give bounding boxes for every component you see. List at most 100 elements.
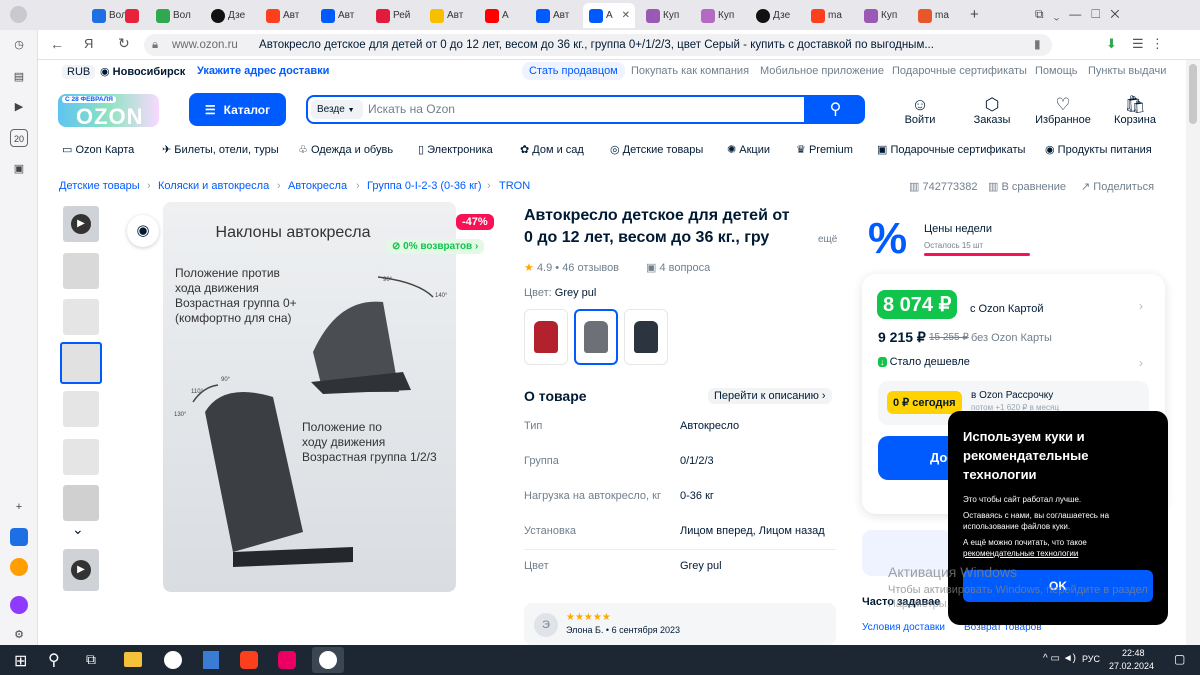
delivery-terms-link[interactable]: Условия доставки	[862, 622, 945, 633]
favorites-button[interactable]: ♡ Избранное	[1033, 95, 1093, 126]
become-seller-link[interactable]: Стать продавцом	[522, 62, 625, 80]
new-tab-icon[interactable]: +	[970, 6, 979, 23]
collections-icon[interactable]: ▤	[10, 68, 28, 86]
alice-icon[interactable]	[10, 596, 28, 614]
share-button[interactable]: ↗ Поделиться	[1081, 180, 1154, 193]
orders-button[interactable]: ⬡ Заказы	[962, 95, 1022, 126]
city-selector[interactable]: ◉ Новосибирск	[100, 65, 185, 78]
browser-tab[interactable]: Дзе	[205, 3, 249, 28]
nav-premium[interactable]: ♛ Premium	[796, 143, 853, 156]
file-explorer-icon[interactable]	[124, 652, 142, 667]
browser-tab[interactable]: Авт	[530, 3, 574, 28]
color-swatch-grey-selected[interactable]	[574, 309, 618, 365]
nav-ozon-card[interactable]: ▭ Ozon Карта	[62, 143, 134, 156]
nav-electronics[interactable]: ▯ Электроника	[418, 143, 493, 156]
color-swatch-dark[interactable]	[624, 309, 668, 365]
sku-copy[interactable]: ▥ 742773382	[909, 180, 978, 193]
to-description-button[interactable]: Перейти к описанию ›	[708, 388, 832, 404]
browser-tab[interactable]: Куп	[695, 3, 739, 28]
browser-tab[interactable]: Авт	[260, 3, 304, 28]
browser-tab[interactable]: Авт	[315, 3, 359, 28]
catalog-button[interactable]: ☰ Каталог	[189, 93, 286, 126]
gallery-thumbnail[interactable]	[63, 253, 99, 289]
search-icon[interactable]: ⚲	[48, 650, 60, 670]
product-main-image[interactable]: Наклоны автокресла Положение против хода …	[163, 202, 456, 592]
nav-clothes[interactable]: ♧ Одежда и обувь	[298, 143, 393, 156]
active-browser-task[interactable]	[312, 647, 344, 673]
media-icon[interactable]: ▶	[10, 98, 28, 116]
breadcrumb-item[interactable]: TRON	[499, 180, 530, 192]
search-input[interactable]: Искать на Ozon	[368, 102, 455, 116]
price-drop-link[interactable]: ↓ Стало дешевле	[878, 356, 970, 368]
assistant-icon[interactable]	[10, 528, 28, 546]
settings-icon[interactable]: ⚙	[10, 626, 28, 644]
language-indicator[interactable]: РУС	[1082, 654, 1100, 664]
clock-date[interactable]: 27.02.2024	[1109, 661, 1154, 671]
task-view-icon[interactable]: ⧉	[86, 651, 96, 668]
gallery-thumbnail[interactable]	[63, 299, 99, 335]
market-icon[interactable]	[10, 558, 28, 576]
login-button[interactable]: ☺ Войти	[890, 95, 950, 126]
gallery-thumbnail[interactable]	[63, 391, 99, 427]
search-scope-select[interactable]: Везде ▼	[311, 100, 363, 119]
download-icon[interactable]: ⬇	[1106, 36, 1117, 52]
yandex-logo-icon[interactable]: Я	[84, 36, 93, 51]
yandex-icon[interactable]	[240, 651, 258, 669]
calendar-icon[interactable]: 20	[10, 129, 28, 147]
delivery-info-card[interactable]	[862, 530, 952, 576]
nav-kids[interactable]: ◎ Детские товары	[610, 143, 703, 156]
breadcrumb-item[interactable]: Коляски и автокресла	[158, 180, 269, 192]
url-field[interactable]: 🔒︎ www.ozon.ru Автокресло детское для де…	[144, 34, 1052, 56]
browser-tab[interactable]: Рей	[370, 3, 414, 28]
browser-tab[interactable]: А	[479, 3, 523, 28]
bookmark-icon[interactable]: ▮	[1034, 37, 1041, 51]
windows-start-icon[interactable]: ⊞	[14, 651, 27, 671]
title-more-link[interactable]: ещё	[818, 234, 837, 245]
search-button[interactable]: ⚲	[806, 95, 865, 124]
promo-title[interactable]: Цены недели	[924, 223, 992, 235]
help-link[interactable]: Помощь	[1035, 65, 1078, 77]
ozon-card-label[interactable]: с Ozon Картой	[970, 303, 1043, 315]
returns-badge[interactable]: ⊘ 0% возвратов ›	[386, 239, 485, 254]
browser-tab-active[interactable]: А ✕	[583, 3, 635, 28]
ozon-logo[interactable]: С 28 ФЕВРАЛЯ OZON	[58, 94, 159, 127]
browser-tab[interactable]: Куп	[858, 3, 902, 28]
address-link[interactable]: Укажите адрес доставки	[197, 65, 329, 77]
tray-icons[interactable]: ^ ▭ ◄)	[1043, 653, 1076, 664]
close-tab-icon[interactable]: ✕	[622, 10, 630, 21]
compare-button[interactable]: ▥ В сравнение	[988, 180, 1066, 193]
gallery-thumbnail-video[interactable]: ▶	[63, 549, 99, 591]
back-icon[interactable]: ←	[50, 36, 64, 52]
rating-link[interactable]: ★ 4.9 • 46 отзывов	[524, 261, 619, 274]
mobile-app-link[interactable]: Мобильное приложение	[760, 65, 884, 77]
profile-avatar[interactable]	[10, 6, 27, 23]
browser-tab[interactable]: Куп	[640, 3, 684, 28]
apps-icon[interactable]: ▣	[10, 160, 28, 178]
gift-certificates-link[interactable]: Подарочные сертификаты	[892, 65, 1027, 77]
page-scrollbar[interactable]	[1186, 60, 1200, 645]
gallery-thumbnail-selected[interactable]	[60, 342, 102, 384]
nav-home[interactable]: ✿ Дом и сад	[520, 143, 584, 156]
review-card[interactable]: Э ★★★★★ Элона Б. • 6 сентября 2023	[524, 603, 836, 645]
breadcrumb-item[interactable]: Автокресла	[288, 180, 347, 192]
notifications-icon[interactable]: ▢	[1174, 652, 1185, 666]
gallery-thumbnail-video[interactable]: ▶	[63, 206, 99, 242]
ivi-icon[interactable]	[278, 651, 296, 669]
clock-time[interactable]: 22:48	[1122, 648, 1145, 658]
nav-promos[interactable]: ✺ Акции	[727, 143, 770, 156]
pickup-points-link[interactable]: Пункты выдачи	[1088, 65, 1166, 77]
questions-link[interactable]: ▣ 4 вопроса	[646, 261, 710, 274]
color-swatch-red[interactable]	[524, 309, 568, 365]
cart-button[interactable]: 🛍︎ Корзина	[1105, 95, 1165, 126]
reload-icon[interactable]: ↻	[118, 35, 130, 52]
history-icon[interactable]: ◷	[10, 36, 28, 54]
recommendation-tech-link[interactable]: рекомендательные технологии	[963, 548, 1153, 559]
yandex-browser-icon[interactable]	[164, 651, 182, 669]
browser-tab[interactable]: Авт	[424, 3, 468, 28]
nav-food[interactable]: ◉ Продукты питания	[1045, 143, 1152, 156]
gallery-thumbnail[interactable]	[63, 485, 99, 521]
calculator-icon[interactable]	[203, 651, 219, 669]
extensions-icon[interactable]: ☰ ⋮	[1132, 36, 1164, 52]
breadcrumb-item[interactable]: Детские товары	[59, 180, 140, 192]
gallery-thumbnail[interactable]	[63, 439, 99, 475]
